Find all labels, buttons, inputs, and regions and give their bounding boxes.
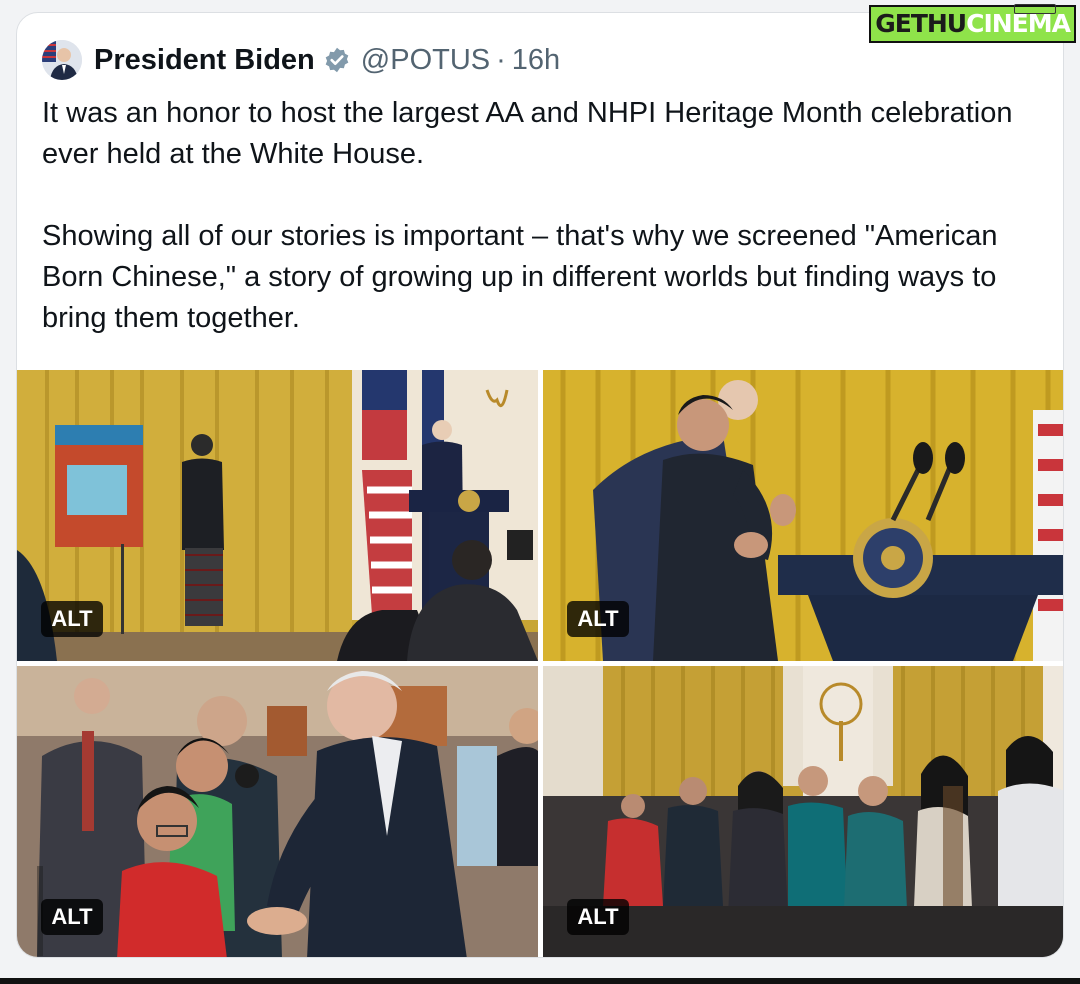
alt-badge[interactable]: ALT (41, 899, 103, 935)
verified-badge-icon (325, 47, 349, 73)
watermark-part1: GETHU (875, 9, 967, 38)
avatar[interactable] (42, 40, 82, 80)
alt-badge[interactable]: ALT (567, 899, 629, 935)
author-name[interactable]: President Biden (94, 44, 315, 77)
alt-badge[interactable]: ALT (567, 601, 629, 637)
photo-3[interactable]: ALT (17, 666, 538, 957)
photo-4[interactable]: ALT (543, 666, 1063, 957)
author-handle[interactable]: @POTUS (361, 44, 490, 77)
timestamp[interactable]: 16h (512, 44, 560, 77)
tweet-text: It was an honor to host the largest AA a… (42, 93, 1042, 339)
tweet-paragraph: Showing all of our stories is important … (42, 220, 998, 334)
photo-1[interactable]: ALT (17, 370, 538, 661)
photo-grid: ALT ALT ALT ALT (17, 370, 1063, 957)
bottom-bar (0, 978, 1080, 984)
separator-dot: · (496, 43, 506, 76)
film-strip-icon (1014, 4, 1056, 14)
tweet-header: President Biden @POTUS · 16h (42, 39, 560, 81)
tweet-paragraph: It was an honor to host the largest AA a… (42, 97, 1013, 170)
watermark-logo: GETHUCINEMA (869, 4, 1076, 44)
photo-2[interactable]: ALT (543, 370, 1063, 661)
alt-badge[interactable]: ALT (41, 601, 103, 637)
tweet-card[interactable]: President Biden @POTUS · 16h It was an h… (16, 12, 1064, 958)
